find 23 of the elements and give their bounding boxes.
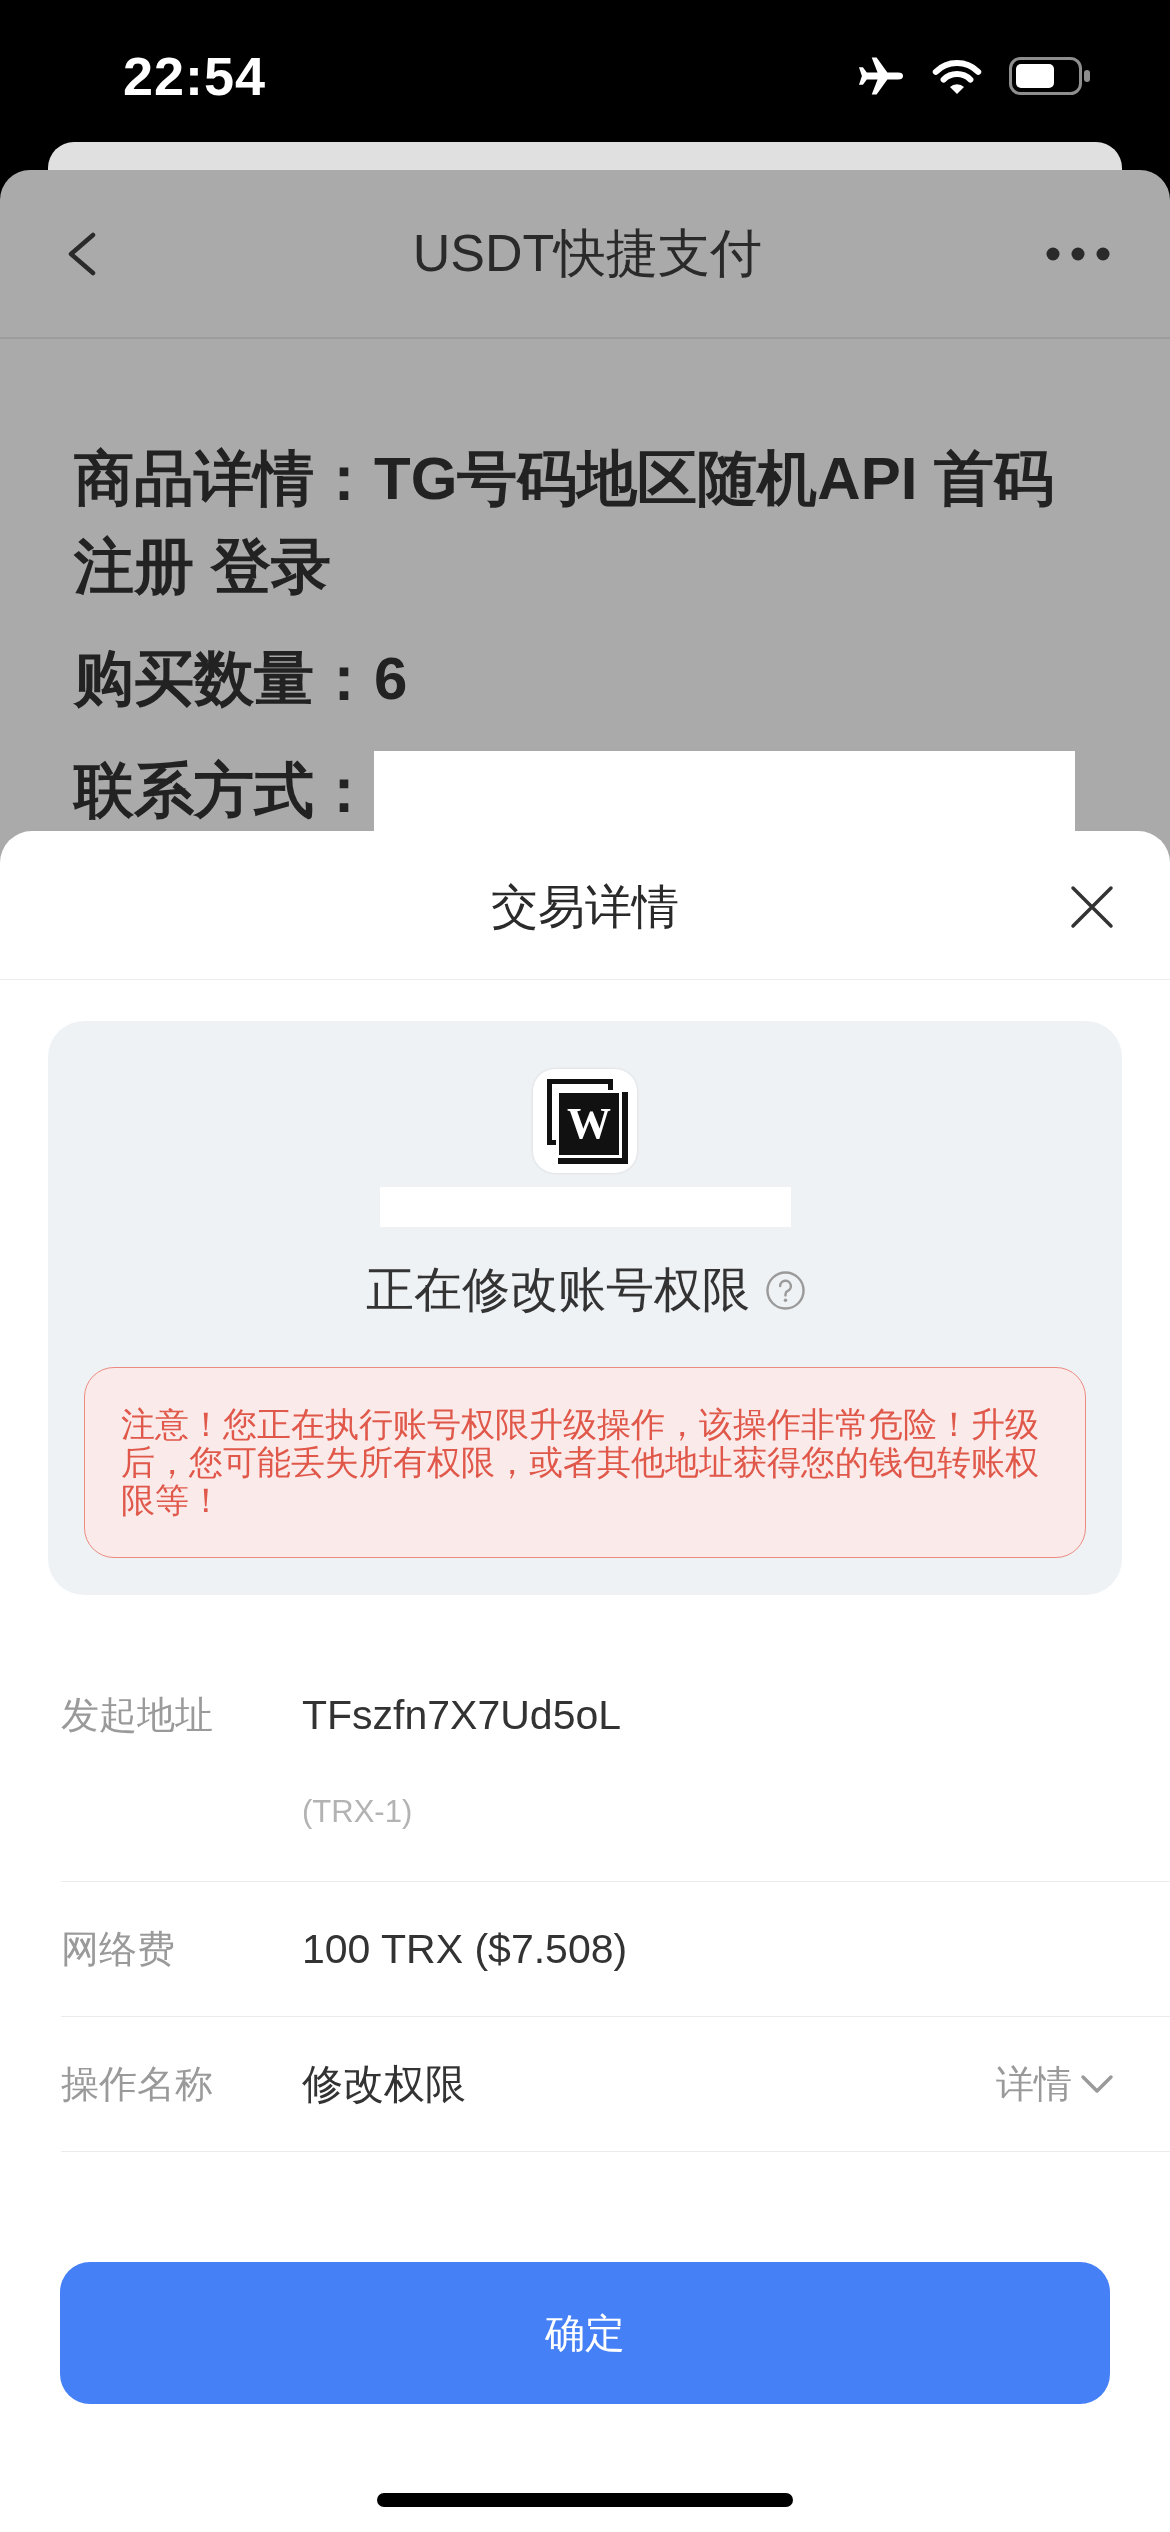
row-label: 发起地址 bbox=[61, 1693, 214, 1738]
row-value: 100 TRX ($7.508) bbox=[302, 1925, 628, 1974]
wifi-icon bbox=[931, 57, 983, 95]
details-toggle[interactable]: 详情 bbox=[996, 2056, 1114, 2112]
row-value: 修改权限 bbox=[302, 2060, 466, 2109]
status-time: 22:54 bbox=[123, 45, 267, 107]
row-label: 操作名称 bbox=[61, 2062, 214, 2107]
sheet-title: 交易详情 bbox=[491, 878, 679, 935]
row-value: TFszfn7X7Ud5oL bbox=[302, 1691, 622, 1740]
battery-icon bbox=[1009, 57, 1091, 95]
warning-message: 注意！您正在执行账号权限升级操作，该操作非常危险！升级后，您可能丢失所有权限，或者其他地址获得您的钱包转账权限等！ bbox=[84, 1367, 1086, 1558]
detail-text: 商品详情：TG号码地区随机API 首码注册 登录 bbox=[74, 444, 1055, 602]
page-title: USDT快捷支付 bbox=[412, 222, 763, 284]
action-title: 正在修改账号权限 bbox=[365, 1262, 750, 1318]
detail-text: 联系方式： bbox=[74, 756, 374, 826]
row-label: 网络费 bbox=[61, 1927, 176, 1972]
more-dots-icon[interactable] bbox=[1046, 246, 1110, 261]
confirm-button[interactable]: 确定 bbox=[60, 2262, 1110, 2404]
airplane-icon bbox=[858, 56, 905, 96]
app-logo: W bbox=[533, 1069, 637, 1173]
close-icon[interactable] bbox=[1070, 885, 1114, 929]
row-note: (TRX-1) bbox=[302, 1793, 413, 1831]
detail-text: 购买数量：6 bbox=[74, 644, 408, 714]
